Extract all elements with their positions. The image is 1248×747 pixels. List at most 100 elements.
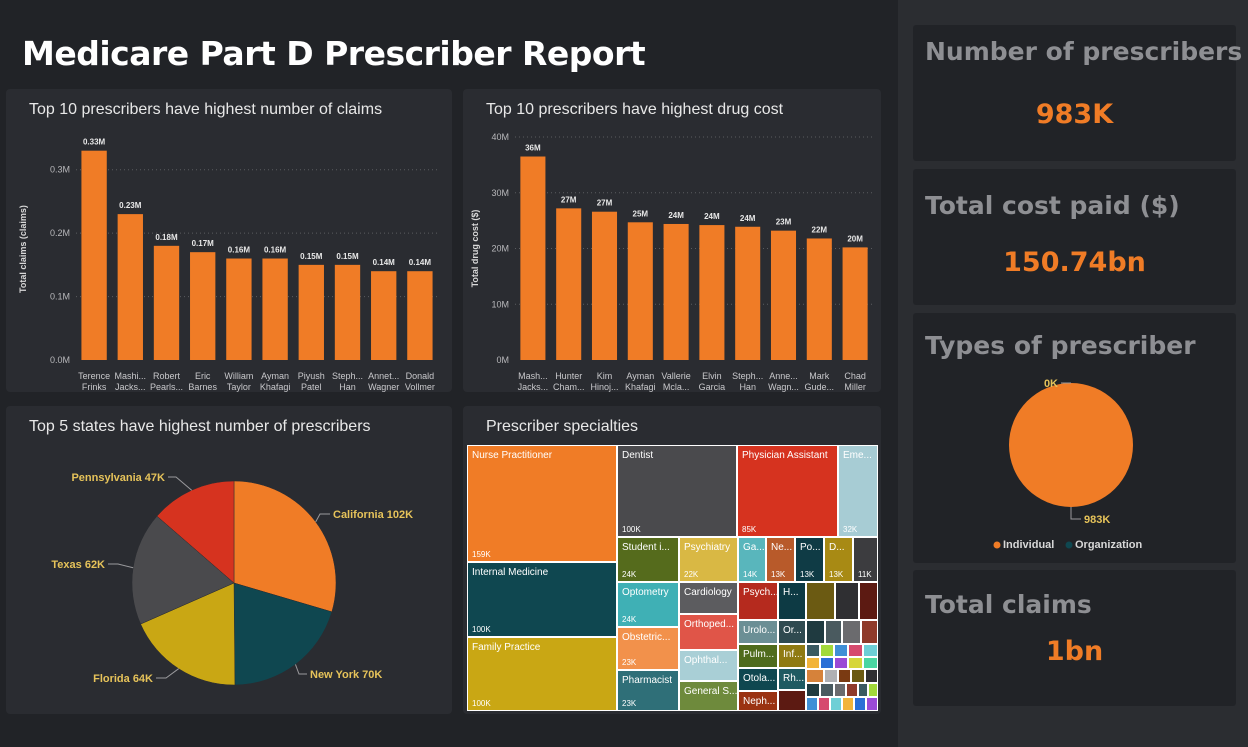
- treemap-tile[interactable]: [865, 669, 878, 683]
- treemap-tile[interactable]: [866, 697, 878, 711]
- treemap-tile-label: Obstetric...: [622, 632, 671, 643]
- treemap-tile[interactable]: [778, 690, 806, 711]
- cost-chart-panel[interactable]: Top 10 prescribers have highest drug cos…: [463, 89, 881, 392]
- treemap-tile[interactable]: Pharmacist 23K: [617, 670, 679, 711]
- treemap-tile[interactable]: Ophthal...: [679, 650, 738, 681]
- cost-bar[interactable]: [699, 225, 725, 360]
- treemap-tile[interactable]: Internal Medicine 100K: [467, 562, 617, 637]
- page-title: Medicare Part D Prescriber Report: [22, 34, 646, 73]
- treemap-tile[interactable]: [859, 582, 878, 620]
- treemap-tile[interactable]: Neph...: [738, 691, 778, 711]
- treemap-tile[interactable]: 11K: [853, 537, 878, 582]
- cost-bar[interactable]: [842, 247, 868, 360]
- specialties-chart-panel[interactable]: Prescriber specialties Nurse Practitione…: [463, 406, 881, 714]
- treemap-tile[interactable]: [846, 683, 858, 697]
- treemap-tile[interactable]: Student i... 24K: [617, 537, 679, 582]
- types-slice[interactable]: [1009, 383, 1133, 507]
- claims-bar[interactable]: [262, 258, 288, 360]
- treemap-tile-label: Psych...: [743, 587, 778, 598]
- claims-bar[interactable]: [190, 252, 216, 360]
- cost-bar[interactable]: [556, 208, 582, 360]
- treemap-tile[interactable]: Rh...: [778, 668, 806, 690]
- claims-bar[interactable]: [117, 214, 143, 360]
- cost-bar[interactable]: [591, 211, 618, 360]
- treemap-tile-label: Physician Assistant: [742, 450, 828, 461]
- claims-bar[interactable]: [371, 271, 397, 360]
- treemap-tile[interactable]: Po... 13K: [795, 537, 824, 582]
- claims-bar[interactable]: [226, 258, 252, 360]
- treemap-tile[interactable]: [825, 620, 842, 644]
- treemap-tile[interactable]: [863, 644, 878, 657]
- claims-bar[interactable]: [81, 150, 107, 360]
- treemap-tile[interactable]: [806, 620, 825, 644]
- types-card[interactable]: Types of prescriber 983K 0K Individual Orga…: [913, 313, 1236, 563]
- treemap-tile[interactable]: [820, 683, 834, 697]
- treemap-tile[interactable]: Nurse Practitioner 159K: [467, 445, 617, 562]
- treemap-tile[interactable]: [830, 697, 842, 711]
- treemap-tile[interactable]: Family Practice 100K: [467, 637, 617, 711]
- treemap-tile[interactable]: [806, 669, 824, 683]
- treemap-tile[interactable]: Inf...: [778, 644, 806, 668]
- treemap-tile[interactable]: [848, 644, 863, 657]
- claims-bar[interactable]: [153, 245, 180, 360]
- treemap-tile[interactable]: [861, 620, 878, 644]
- cost-bar[interactable]: [520, 156, 546, 360]
- treemap-tile[interactable]: [834, 644, 848, 657]
- claims-chart-panel[interactable]: Top 10 prescribers have highest number o…: [6, 89, 452, 392]
- treemap-tile[interactable]: [851, 669, 865, 683]
- treemap-tile[interactable]: [854, 697, 866, 711]
- cost-bar[interactable]: [770, 230, 797, 360]
- claims-card[interactable]: Total claims 1bn: [913, 570, 1236, 706]
- treemap-tile[interactable]: D... 13K: [824, 537, 853, 582]
- treemap-tile[interactable]: Ne... 13K: [766, 537, 795, 582]
- types-legend-label[interactable]: Organization: [1075, 539, 1143, 551]
- treemap-tile[interactable]: [838, 669, 851, 683]
- treemap-tile[interactable]: Obstetric... 23K: [617, 627, 679, 670]
- treemap-tile[interactable]: [818, 697, 830, 711]
- treemap-tile[interactable]: Psych...: [738, 582, 778, 620]
- claims-bar[interactable]: [298, 264, 324, 360]
- states-chart-panel[interactable]: Top 5 states have highest number of pres…: [6, 406, 452, 714]
- treemap-tile[interactable]: [820, 644, 834, 657]
- treemap-tile[interactable]: [835, 582, 859, 620]
- claims-bar[interactable]: [334, 264, 361, 360]
- claims-bar[interactable]: [407, 271, 433, 360]
- treemap-tile[interactable]: H...: [778, 582, 806, 620]
- treemap-tile[interactable]: Urolo...: [738, 620, 778, 644]
- treemap-tile[interactable]: [834, 657, 848, 669]
- treemap-tile[interactable]: Physician Assistant 85K: [737, 445, 838, 537]
- treemap-tile[interactable]: [806, 582, 835, 620]
- treemap-tile[interactable]: [806, 683, 820, 697]
- cost-bar[interactable]: [735, 226, 761, 360]
- treemap-tile[interactable]: [806, 697, 818, 711]
- treemap-tile[interactable]: Optometry 24K: [617, 582, 679, 627]
- treemap-tile[interactable]: Otola...: [738, 668, 778, 691]
- treemap-tile[interactable]: [863, 657, 878, 669]
- treemap-tile[interactable]: [842, 697, 854, 711]
- treemap-tile[interactable]: [806, 657, 820, 669]
- cost-bar[interactable]: [663, 223, 689, 360]
- treemap-tile[interactable]: [848, 657, 863, 669]
- treemap-tile[interactable]: Pulm...: [738, 644, 778, 668]
- treemap-tile[interactable]: Cardiology: [679, 582, 738, 614]
- treemap-tile[interactable]: Eme... 32K: [838, 445, 878, 537]
- cost-bar[interactable]: [806, 238, 832, 360]
- treemap-tile[interactable]: Or...: [778, 620, 806, 644]
- treemap-tile[interactable]: [834, 683, 846, 697]
- treemap-tile[interactable]: [820, 657, 834, 669]
- treemap-tile[interactable]: [824, 669, 838, 683]
- treemap-tile[interactable]: [868, 683, 878, 697]
- claims-data-label: 0.14M: [409, 258, 432, 267]
- treemap-tile[interactable]: [858, 683, 868, 697]
- treemap-tile[interactable]: Ga... 14K: [738, 537, 766, 582]
- treemap-tile[interactable]: Orthoped...: [679, 614, 738, 650]
- treemap-tile[interactable]: [842, 620, 861, 644]
- prescribers-card[interactable]: Number of prescribers 983K: [913, 25, 1242, 161]
- treemap-tile[interactable]: Psychiatry 22K: [679, 537, 738, 582]
- treemap-tile[interactable]: [806, 644, 820, 657]
- cost-bar[interactable]: [627, 222, 653, 360]
- types-legend-label[interactable]: Individual: [1003, 539, 1054, 551]
- treemap-tile[interactable]: Dentist 100K: [617, 445, 737, 537]
- cost-card[interactable]: Total cost paid ($) 150.74bn: [913, 169, 1236, 305]
- treemap-tile[interactable]: General S...: [679, 681, 738, 711]
